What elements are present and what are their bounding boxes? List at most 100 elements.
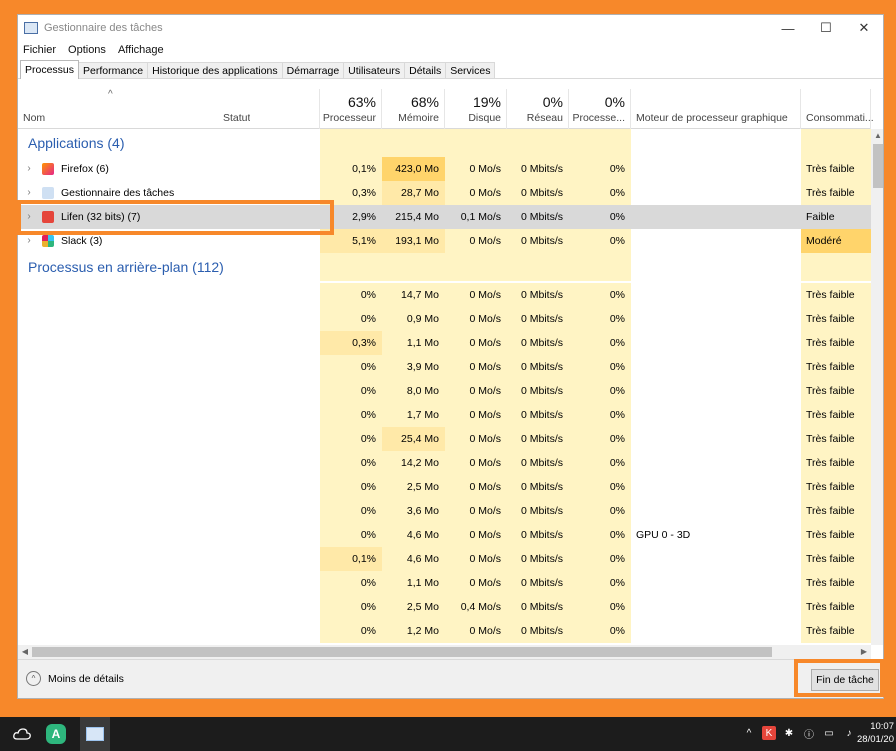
gpu-engine-cell xyxy=(631,229,801,253)
process-name-cell: › Firefox (6) xyxy=(18,157,218,181)
menu-affichage[interactable]: Affichage xyxy=(118,44,164,56)
network-cell: 0 Mbits/s xyxy=(507,307,569,331)
table-row[interactable]: › Gestionnaire des tâches 0,3% 28,7 Mo 0 Mo/… xyxy=(18,181,871,205)
table-row[interactable]: 0% 14,7 Mo 0 Mo/s 0 Mbits/s 0% Très faible xyxy=(18,283,871,307)
cpu-cell: 5,1% xyxy=(320,229,382,253)
tab-services[interactable]: Services xyxy=(445,62,496,78)
column-header-name[interactable]: ^ Nom xyxy=(18,89,218,129)
close-button[interactable]: ✕ xyxy=(845,15,883,41)
disk-cell: 0 Mo/s xyxy=(445,499,507,523)
column-header-gpu-engine[interactable]: Moteur de processeur graphique xyxy=(631,89,801,129)
minimize-button[interactable]: — xyxy=(769,15,807,41)
network-cell: 0 Mbits/s xyxy=(507,571,569,595)
group-background[interactable]: Processus en arrière-plan (112) xyxy=(18,253,871,281)
tray-expand-icon[interactable]: ^ xyxy=(742,726,756,740)
horizontal-scrollbar[interactable]: ◀ ▶ xyxy=(18,645,871,659)
maximize-button[interactable]: ☐ xyxy=(807,15,845,41)
tray-volume-icon[interactable]: ♪ xyxy=(842,726,856,740)
network-cell: 0 Mbits/s xyxy=(507,619,569,643)
gpu-cell: 0% xyxy=(569,157,631,181)
table-row[interactable]: › Firefox (6) 0,1% 423,0 Mo 0 Mo/s 0 Mbits/s 0… xyxy=(18,157,871,181)
tab-processus[interactable]: Processus xyxy=(20,60,80,79)
tab-demarrage[interactable]: Démarrage xyxy=(281,62,345,78)
table-row[interactable]: 0% 25,4 Mo 0 Mo/s 0 Mbits/s 0% Très faible xyxy=(18,427,871,451)
clock[interactable]: 10:07 28/01/20 xyxy=(857,720,894,746)
column-header-power[interactable]: Consommati... xyxy=(801,89,874,129)
process-name-cell xyxy=(18,499,218,523)
vertical-scroll-thumb[interactable] xyxy=(873,144,883,188)
tab-historique[interactable]: Historique des applications xyxy=(147,62,283,78)
horizontal-scroll-thumb[interactable] xyxy=(32,647,772,657)
menu-bar: Fichier Options Affichage xyxy=(18,41,883,59)
task-manager-icon xyxy=(24,22,38,34)
tab-performance[interactable]: Performance xyxy=(78,62,149,78)
table-row[interactable]: 0% 2,5 Mo 0,4 Mo/s 0 Mbits/s 0% Très faible xyxy=(18,595,871,619)
table-row[interactable]: 0,1% 4,6 Mo 0 Mo/s 0 Mbits/s 0% Très faible xyxy=(18,547,871,571)
menu-options[interactable]: Options xyxy=(68,44,106,56)
process-name-cell xyxy=(18,283,218,307)
column-header-network[interactable]: 0% Réseau xyxy=(507,89,569,129)
table-row[interactable]: 0% 1,1 Mo 0 Mo/s 0 Mbits/s 0% Très faible xyxy=(18,571,871,595)
green-app-icon[interactable]: A xyxy=(44,717,68,751)
column-header-disk[interactable]: 19% Disque xyxy=(445,89,507,129)
scroll-right-icon[interactable]: ▶ xyxy=(857,645,871,659)
process-name-cell: › Lifen (32 bits) (7) xyxy=(18,205,218,229)
scroll-left-icon[interactable]: ◀ xyxy=(18,645,32,659)
table-row[interactable]: 0% 1,7 Mo 0 Mo/s 0 Mbits/s 0% Très faible xyxy=(18,403,871,427)
taskbar-task-manager-icon[interactable] xyxy=(80,717,110,751)
chevron-right-icon[interactable]: › xyxy=(22,205,36,229)
gpu-cell: 0% xyxy=(569,523,631,547)
process-name: Slack (3) xyxy=(61,235,103,247)
table-row[interactable]: 0% 3,6 Mo 0 Mo/s 0 Mbits/s 0% Très faible xyxy=(18,499,871,523)
lifen-icon xyxy=(42,211,54,223)
system-tray: ^ K ✱ ⓘ ▭ ♪ xyxy=(742,726,856,741)
scroll-up-icon[interactable]: ▲ xyxy=(871,129,883,143)
title-bar[interactable]: Gestionnaire des tâches — ☐ ✕ xyxy=(18,15,883,41)
blank-cell xyxy=(569,129,631,157)
process-name: Lifen (32 bits) (7) xyxy=(61,211,141,223)
table-row[interactable]: › Slack (3) 5,1% 193,1 Mo 0 Mo/s 0 Mbits/s 0% M… xyxy=(18,229,871,253)
gpu-cell: 0% xyxy=(569,403,631,427)
group-applications[interactable]: Applications (4) xyxy=(18,129,871,157)
chevron-right-icon[interactable]: › xyxy=(22,229,36,253)
table-row[interactable]: 0,3% 1,1 Mo 0 Mo/s 0 Mbits/s 0% Très faible xyxy=(18,331,871,355)
column-header-gpu[interactable]: 0% Processe... xyxy=(569,89,631,129)
table-row[interactable]: 0% 1,2 Mo 0 Mo/s 0 Mbits/s 0% Très faible xyxy=(18,619,871,643)
status-cell xyxy=(218,181,320,205)
gpu-cell: 0% xyxy=(569,475,631,499)
chevron-right-icon[interactable]: › xyxy=(22,157,36,181)
firefox-icon xyxy=(42,163,54,175)
table-row[interactable]: 0% 8,0 Mo 0 Mo/s 0 Mbits/s 0% Très faible xyxy=(18,379,871,403)
table-row[interactable]: 0% 4,6 Mo 0 Mo/s 0 Mbits/s 0% GPU 0 - 3D Très … xyxy=(18,523,871,547)
status-cell xyxy=(218,499,320,523)
tray-network-icon[interactable]: ▭ xyxy=(822,726,836,740)
vertical-scrollbar[interactable]: ▲ xyxy=(871,129,883,645)
table-row[interactable]: › Lifen (32 bits) (7) 2,9% 215,4 Mo 0,1 Mo/s… xyxy=(18,205,871,229)
end-task-button[interactable]: Fin de tâche xyxy=(811,669,879,691)
column-header-status[interactable]: Statut xyxy=(218,89,320,129)
memory-cell: 14,2 Mo xyxy=(382,451,445,475)
tray-slack-icon[interactable]: ✱ xyxy=(782,726,796,740)
blank-cell xyxy=(382,253,445,281)
tab-details[interactable]: Détails xyxy=(404,62,447,78)
power-cell: Très faible xyxy=(801,595,871,619)
tab-utilisateurs[interactable]: Utilisateurs xyxy=(343,62,406,78)
table-row[interactable]: 0% 2,5 Mo 0 Mo/s 0 Mbits/s 0% Très faible xyxy=(18,475,871,499)
power-cell: Très faible xyxy=(801,403,871,427)
menu-fichier[interactable]: Fichier xyxy=(23,44,56,56)
cloud-icon[interactable] xyxy=(10,717,34,751)
tray-lifen-icon[interactable]: K xyxy=(762,726,776,740)
less-details-button[interactable]: ^ Moins de détails xyxy=(26,671,124,686)
table-row[interactable]: 0% 3,9 Mo 0 Mo/s 0 Mbits/s 0% Très faible xyxy=(18,355,871,379)
column-header-cpu[interactable]: 63% Processeur xyxy=(320,89,382,129)
chevron-right-icon[interactable]: › xyxy=(22,181,36,205)
memory-cell: 1,7 Mo xyxy=(382,403,445,427)
status-cell xyxy=(218,595,320,619)
tray-info-icon[interactable]: ⓘ xyxy=(802,726,816,741)
table-row[interactable]: 0% 0,9 Mo 0 Mo/s 0 Mbits/s 0% Très faible xyxy=(18,307,871,331)
table-row[interactable]: 0% 14,2 Mo 0 Mo/s 0 Mbits/s 0% Très faible xyxy=(18,451,871,475)
cpu-cell: 0% xyxy=(320,451,382,475)
network-cell: 0 Mbits/s xyxy=(507,499,569,523)
gpu-cell: 0% xyxy=(569,355,631,379)
column-header-memory[interactable]: 68% Mémoire xyxy=(382,89,445,129)
